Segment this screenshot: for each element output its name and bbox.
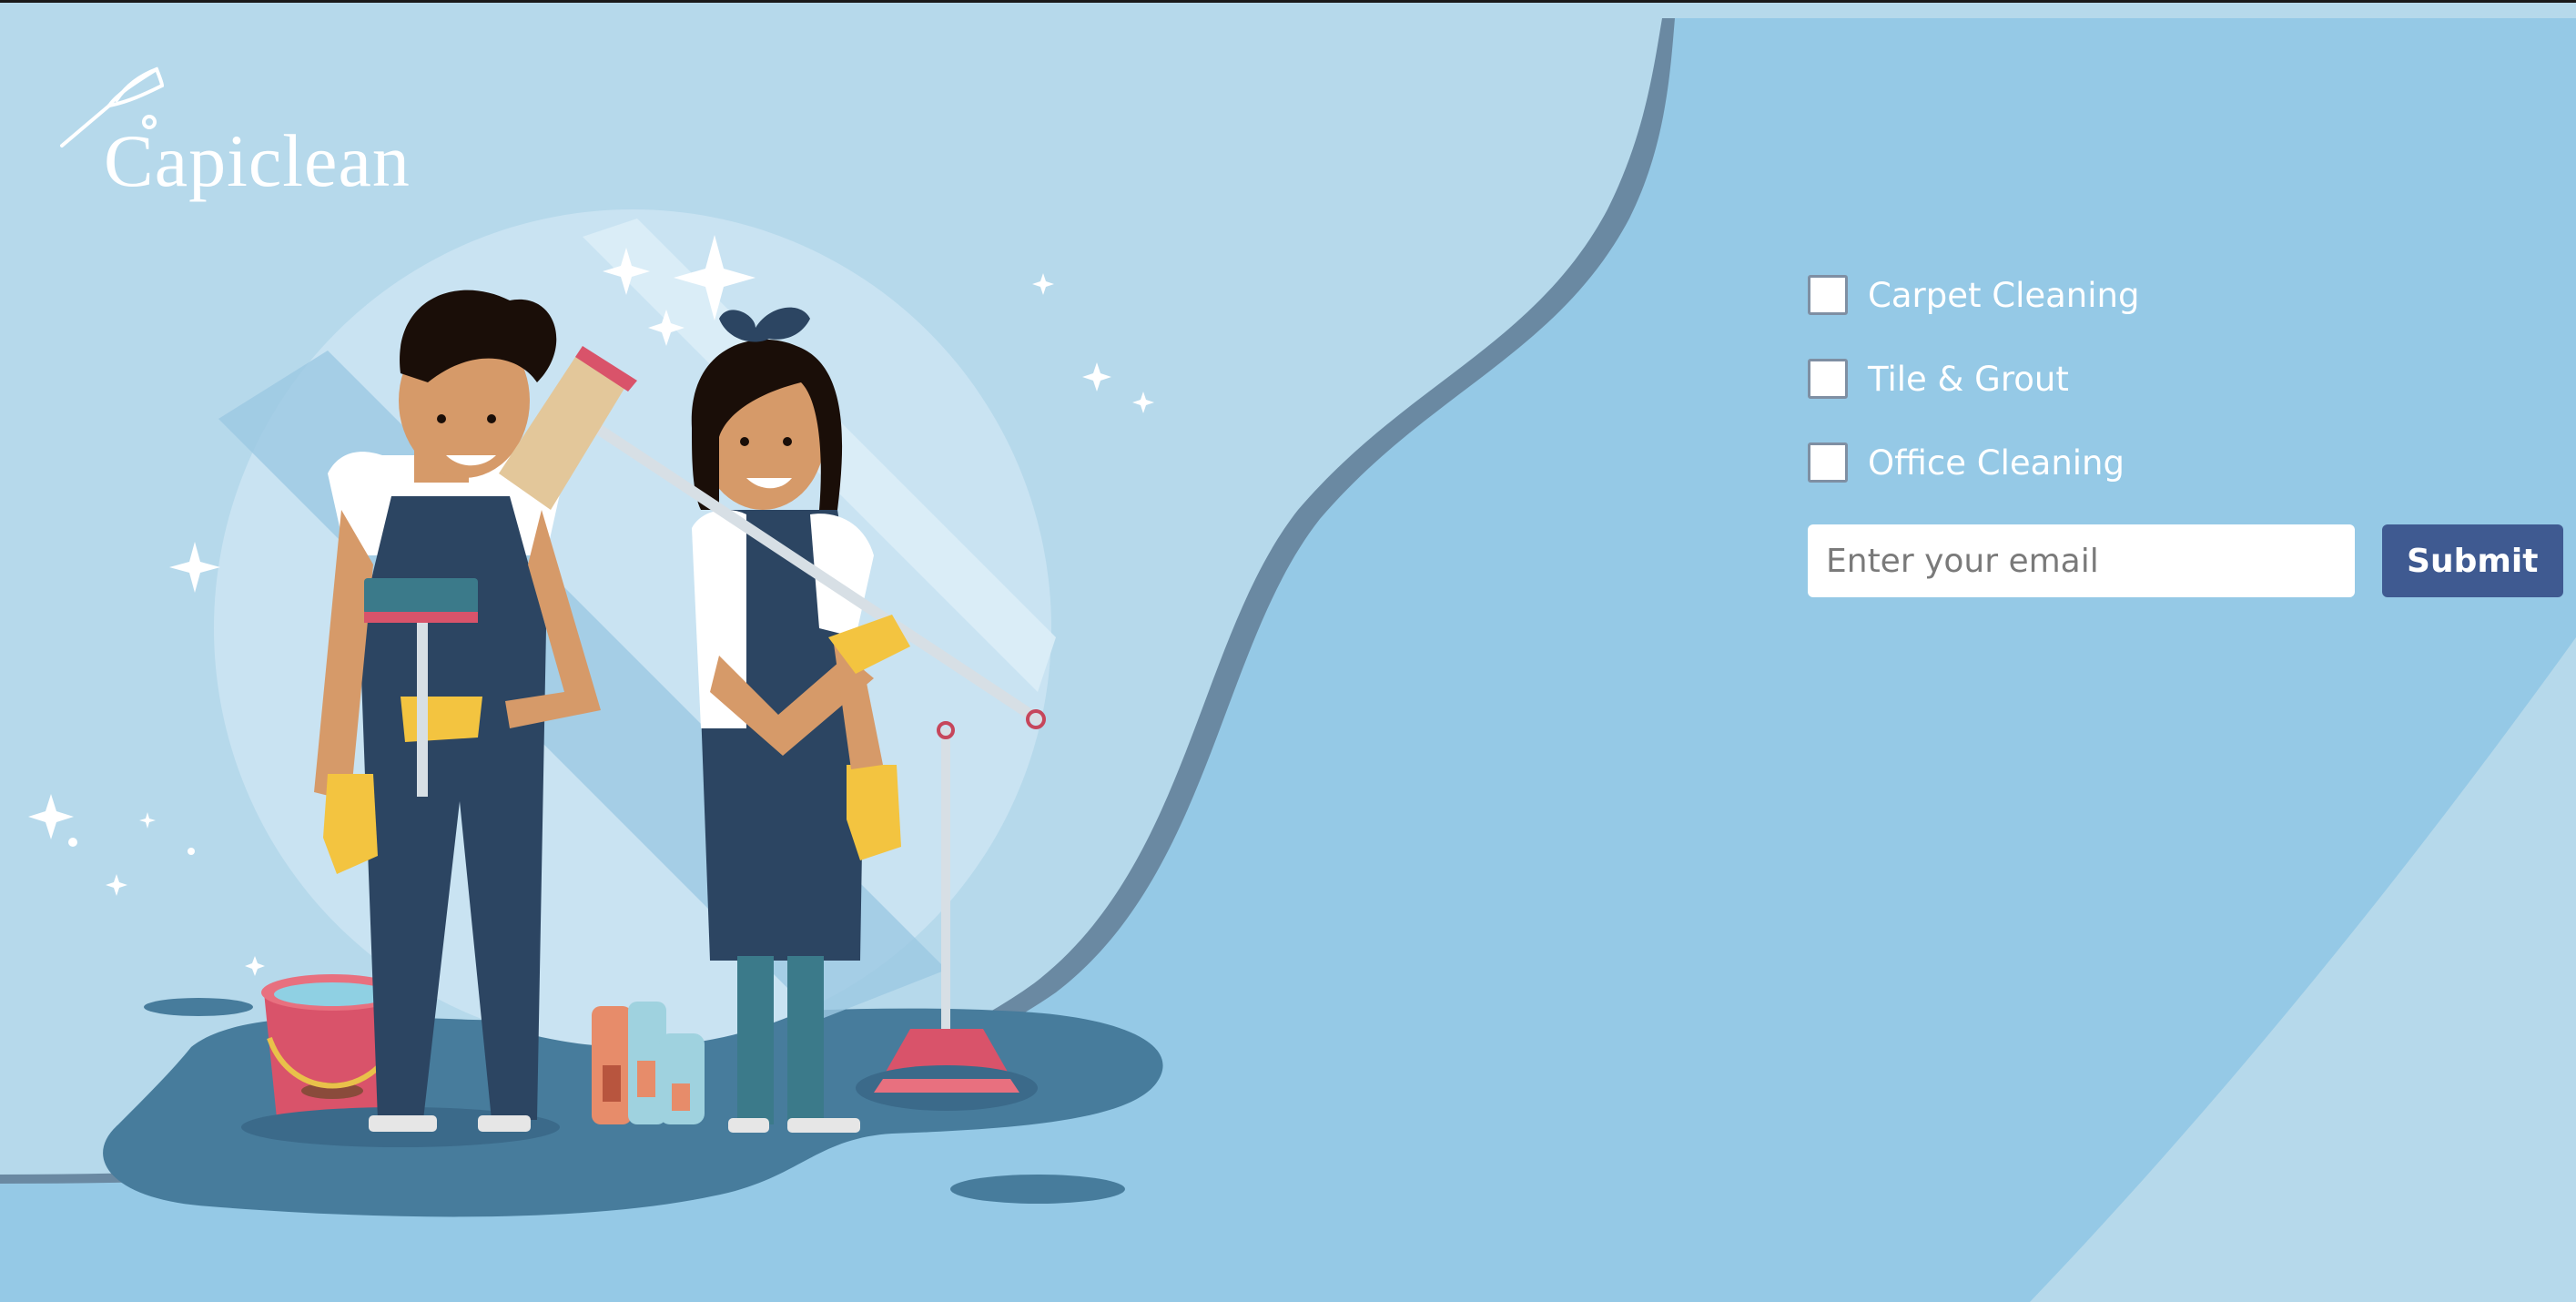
office-cleaning-label[interactable]: Office Cleaning [1868, 443, 2125, 483]
option-office-cleaning[interactable]: Office Cleaning [1808, 441, 2563, 484]
brand-logo[interactable]: Capiclean [55, 66, 419, 211]
option-tile-grout[interactable]: Tile & Grout [1808, 357, 2563, 401]
signup-form: Carpet Cleaning Tile & Grout Office Clea… [1808, 273, 2563, 597]
carpet-cleaning-label[interactable]: Carpet Cleaning [1868, 276, 2139, 315]
office-cleaning-checkbox[interactable] [1808, 442, 1848, 483]
tile-grout-label[interactable]: Tile & Grout [1868, 360, 2069, 399]
email-row: Submit [1808, 524, 2563, 597]
tile-grout-checkbox[interactable] [1808, 359, 1848, 399]
email-input[interactable] [1808, 524, 2355, 597]
option-carpet-cleaning[interactable]: Carpet Cleaning [1808, 273, 2563, 317]
brand-name: Capiclean [104, 119, 411, 202]
submit-button[interactable]: Submit [2381, 524, 2563, 597]
carpet-cleaning-checkbox[interactable] [1808, 275, 1848, 315]
